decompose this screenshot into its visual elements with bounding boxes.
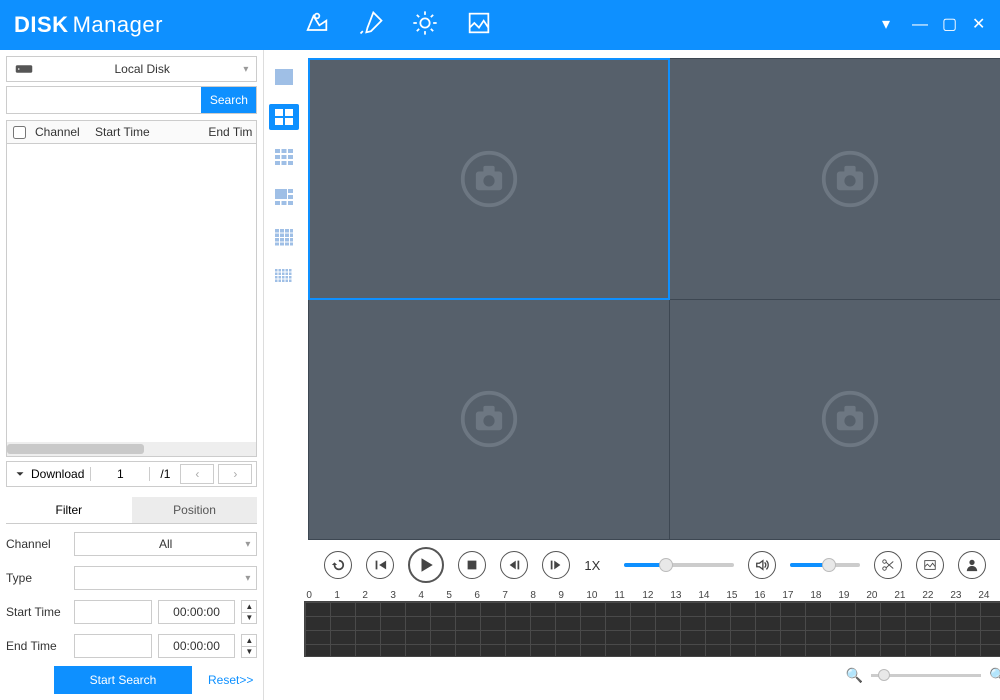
zoom-in-icon[interactable]: 🔍: [989, 667, 1000, 684]
app-brand: DISKManager: [14, 12, 163, 38]
layout-2x2-button[interactable]: [269, 104, 299, 130]
minimize-icon[interactable]: —: [912, 18, 926, 32]
horizontal-scrollbar[interactable]: [7, 442, 256, 456]
page-prev-button[interactable]: ‹: [180, 464, 214, 484]
map-pin-icon[interactable]: [303, 9, 331, 42]
video-grid: [308, 58, 1000, 540]
user-button[interactable]: [958, 551, 986, 579]
rewind-button[interactable]: [324, 551, 352, 579]
filter-tabs: Filter Position: [6, 497, 257, 524]
end-time-field[interactable]: 00:00:00: [158, 634, 236, 658]
timeline-grid[interactable]: [304, 601, 1000, 657]
disk-selector[interactable]: Local Disk ▾: [6, 56, 257, 82]
tab-filter[interactable]: Filter: [6, 497, 132, 523]
col-channel: Channel: [31, 125, 91, 139]
play-button[interactable]: [408, 547, 444, 583]
download-button[interactable]: Download: [7, 467, 90, 481]
video-cell-1[interactable]: [309, 59, 669, 299]
search-button[interactable]: Search: [201, 87, 256, 113]
col-start-time: Start Time: [91, 125, 208, 139]
menu-icon[interactable]: ▾: [882, 18, 896, 32]
search-row: Search: [6, 86, 257, 114]
title-bar: DISKManager ▾ — ▢ ✕: [0, 0, 1000, 50]
layout-1x1-button[interactable]: [269, 64, 299, 90]
camera-icon: [459, 389, 519, 449]
speed-label: 1X: [584, 558, 610, 573]
camera-icon: [820, 149, 880, 209]
download-pagination: Download 1 /1 ‹ ›: [6, 461, 257, 487]
layout-1plus5-button[interactable]: [269, 184, 299, 210]
layout-4x4-button[interactable]: [269, 224, 299, 250]
hdd-icon: [15, 62, 33, 76]
gear-icon[interactable]: [411, 9, 439, 42]
frame-back-button[interactable]: [500, 551, 528, 579]
type-select[interactable]: [74, 566, 257, 590]
close-icon[interactable]: ✕: [972, 18, 986, 32]
search-input[interactable]: [7, 87, 201, 113]
zoom-out-icon[interactable]: 🔍: [846, 667, 863, 684]
brand-word-1: DISK: [14, 12, 69, 37]
window-controls: ▾ — ▢ ✕: [882, 18, 986, 32]
camera-icon: [820, 389, 880, 449]
maximize-icon[interactable]: ▢: [942, 18, 956, 32]
page-next-button[interactable]: ›: [218, 464, 252, 484]
start-time-label: Start Time: [6, 605, 68, 619]
video-cell-3[interactable]: [309, 300, 669, 540]
channel-label: Channel: [6, 537, 68, 551]
volume-button[interactable]: [748, 551, 776, 579]
channel-select[interactable]: All: [74, 532, 257, 556]
zoom-slider[interactable]: [871, 674, 981, 677]
timeline: 0123456789101112131415161718192021222324…: [264, 590, 1000, 700]
select-all-checkbox[interactable]: [13, 126, 26, 139]
start-date-field[interactable]: [74, 600, 152, 624]
slow-button[interactable]: [366, 551, 394, 579]
disk-label: Local Disk: [41, 62, 243, 76]
end-time-spinner[interactable]: ▲▼: [241, 634, 257, 658]
volume-slider[interactable]: [790, 563, 860, 567]
video-cell-4[interactable]: [670, 300, 1000, 540]
layout-6x6-button[interactable]: [269, 264, 299, 290]
snip-button[interactable]: [874, 551, 902, 579]
results-body: [6, 144, 257, 457]
timeline-ticks: 0123456789101112131415161718192021222324: [304, 590, 1000, 601]
frame-forward-button[interactable]: [542, 551, 570, 579]
end-time-label: End Time: [6, 639, 68, 653]
stop-button[interactable]: [458, 551, 486, 579]
page-number-input[interactable]: 1: [90, 467, 150, 481]
col-end-time: End Tim: [208, 125, 256, 139]
image-frame-icon[interactable]: [465, 9, 493, 42]
chevron-down-icon: ▾: [243, 64, 248, 75]
playback-controls: 1X: [264, 540, 1000, 590]
video-cell-2[interactable]: [670, 59, 1000, 299]
brand-word-2: Manager: [73, 12, 163, 37]
start-search-button[interactable]: Start Search: [54, 666, 192, 694]
brush-icon[interactable]: [357, 9, 385, 42]
filter-form: Channel All Type Start Time 00:00:00 ▲▼ …: [0, 524, 263, 658]
reset-link[interactable]: Reset>>: [208, 673, 257, 687]
titlebar-tools: [303, 9, 493, 42]
layout-strip: [264, 58, 304, 540]
start-time-field[interactable]: 00:00:00: [158, 600, 236, 624]
start-time-spinner[interactable]: ▲▼: [241, 600, 257, 624]
tab-position[interactable]: Position: [132, 497, 258, 523]
speed-slider[interactable]: [624, 563, 734, 567]
page-total: /1: [150, 467, 180, 481]
camera-icon: [459, 149, 519, 209]
type-label: Type: [6, 571, 68, 585]
end-date-field[interactable]: [74, 634, 152, 658]
layout-3x3-button[interactable]: [269, 144, 299, 170]
results-header: Channel Start Time End Tim: [6, 120, 257, 144]
snapshot-button[interactable]: [916, 551, 944, 579]
left-panel: Local Disk ▾ Search Channel Start Time E…: [0, 50, 264, 700]
right-panel: 1X 0123456789101112131415161718192021222…: [264, 50, 1000, 700]
